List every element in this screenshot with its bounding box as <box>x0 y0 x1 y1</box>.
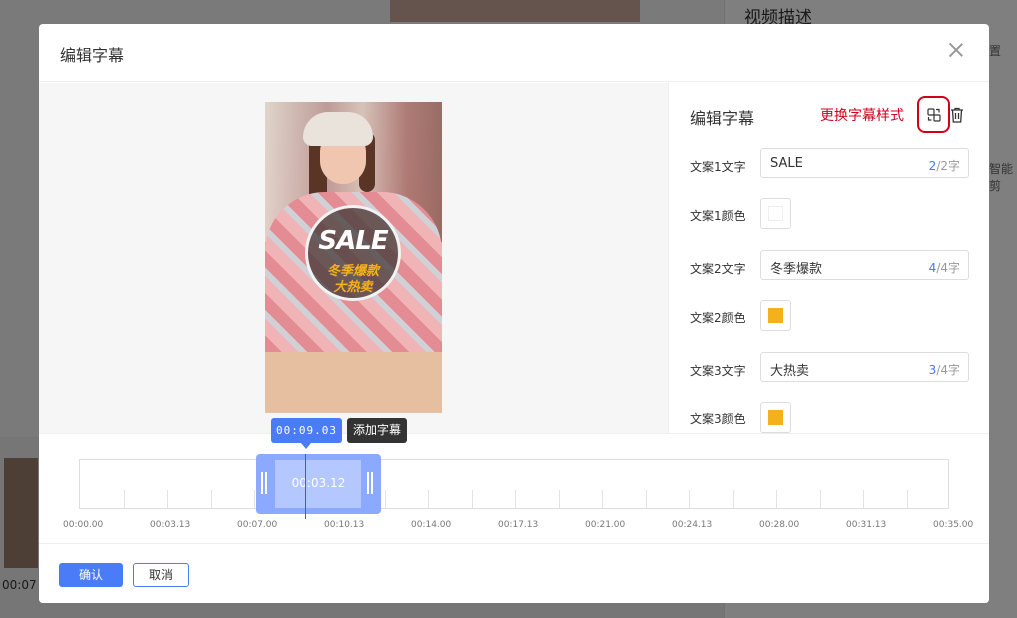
timeline-tick-label: 00:07.00 <box>237 520 278 530</box>
timeline-tick <box>863 490 864 508</box>
timeline-tick-label: 00:24.13 <box>672 520 713 530</box>
subtitle-3-color-picker[interactable] <box>760 402 791 433</box>
subtitle-2-text-input[interactable]: 冬季爆款 4/4字 <box>760 250 969 280</box>
timeline-tick <box>689 490 690 508</box>
timeline-tick-label: 00:35.00 <box>933 520 974 530</box>
timeline-tick <box>428 490 429 508</box>
timeline-tick <box>471 490 473 508</box>
timeline-tick <box>515 490 516 508</box>
subtitle-3-color-label: 文案3颜色 <box>690 412 746 426</box>
subtitle-3-text-label: 文案3文字 <box>690 364 746 378</box>
subtitle-1-text-label: 文案1文字 <box>690 160 746 174</box>
trash-icon[interactable] <box>950 107 964 123</box>
color-fill <box>768 308 783 323</box>
timeline-tick <box>123 490 125 508</box>
cancel-button[interactable]: 取消 <box>133 563 189 587</box>
close-icon[interactable] <box>946 40 966 60</box>
char-counter: 3/4字 <box>929 361 960 378</box>
subtitle-2-text-label: 文案2文字 <box>690 262 746 276</box>
timeline-tick <box>732 490 734 508</box>
subtitle-1-color-picker[interactable] <box>760 198 791 229</box>
char-count-limit: /4字 <box>936 363 960 377</box>
input-value: 冬季爆款 <box>770 262 823 277</box>
swap-style-glyph <box>927 108 941 122</box>
timeline-tick <box>254 490 255 508</box>
playhead-line[interactable] <box>305 454 306 519</box>
timeline-tick-label: 00:00.00 <box>63 520 104 530</box>
subtitle-overlay-badge[interactable]: SALE 冬季爆款 大热卖 <box>305 205 401 301</box>
modal-title: 编辑字幕 <box>60 46 125 65</box>
timeline-tick-label: 00:14.00 <box>411 520 452 530</box>
subtitle-timeline: 00:00.00 00:03.13 00:07.00 00:10.13 00:14.00… <box>39 418 989 543</box>
timeline-tick-label: 00:31.13 <box>846 520 887 530</box>
timeline-tick <box>602 490 603 508</box>
timeline-tick <box>384 490 386 508</box>
input-value: SALE <box>770 156 803 171</box>
char-count-limit: /4字 <box>936 261 960 275</box>
add-subtitle-button[interactable]: 添加字幕 <box>347 418 407 443</box>
trash-glyph <box>951 107 963 123</box>
subtitle-2-color-picker[interactable] <box>760 300 791 331</box>
char-counter: 2/2字 <box>929 157 960 174</box>
subtitle-edit-panel: 编辑字幕 更换字幕样式 文案1文字 SALE 2/2字 文案1颜色 文案2文字 <box>668 83 989 433</box>
subtitle-text-3: 大热卖 <box>333 280 373 295</box>
subtitle-clip[interactable]: 00:03.12 <box>256 454 381 514</box>
modal-footer: 确认 取消 <box>39 543 989 603</box>
timeline-tick-label: 00:03.13 <box>150 520 191 530</box>
timeline-tick <box>645 490 647 508</box>
timeline-tick <box>167 490 168 508</box>
timeline-tick <box>210 490 212 508</box>
subtitle-1-color-label: 文案1颜色 <box>690 209 746 223</box>
change-style-label[interactable]: 更换字幕样式 <box>820 105 904 125</box>
video-preview-image[interactable]: SALE 冬季爆款 大热卖 <box>265 102 442 413</box>
playhead-time[interactable]: 00:09.03 <box>271 418 342 449</box>
timeline-tick <box>558 490 560 508</box>
video-preview-area: SALE 冬季爆款 大热卖 <box>39 83 668 433</box>
subtitle-1-text-input[interactable]: SALE 2/2字 <box>760 148 969 178</box>
timeline-tick <box>906 490 908 508</box>
swap-style-icon[interactable] <box>917 96 950 133</box>
char-counter: 4/4字 <box>929 259 960 276</box>
input-value: 大热卖 <box>770 364 810 379</box>
timeline-tick-label: 00:21.00 <box>585 520 626 530</box>
panel-title: 编辑字幕 <box>690 109 755 128</box>
char-count-limit: /2字 <box>936 159 960 173</box>
timeline-tick-label: 00:10.13 <box>324 520 365 530</box>
confirm-button[interactable]: 确认 <box>59 563 123 587</box>
timeline-tick-label: 00:28.00 <box>759 520 800 530</box>
timeline-tick <box>819 490 821 508</box>
preview-hat <box>303 112 373 146</box>
timeline-track[interactable] <box>79 459 949 509</box>
preview-legs <box>265 352 442 413</box>
timeline-tick-label: 00:17.13 <box>498 520 539 530</box>
edit-subtitle-modal: 编辑字幕 SALE 冬季爆款 大热卖 编辑字幕 更换字幕样式 文案1文字 SAL… <box>39 24 989 603</box>
timeline-tick <box>776 490 777 508</box>
subtitle-text-1: SALE <box>318 226 388 256</box>
modal-header: 编辑字幕 <box>39 24 989 82</box>
clip-duration: 00:03.12 <box>291 476 346 490</box>
subtitle-3-text-input[interactable]: 大热卖 3/4字 <box>760 352 969 382</box>
color-fill <box>768 410 783 425</box>
color-fill <box>768 206 783 221</box>
subtitle-2-color-label: 文案2颜色 <box>690 311 746 325</box>
